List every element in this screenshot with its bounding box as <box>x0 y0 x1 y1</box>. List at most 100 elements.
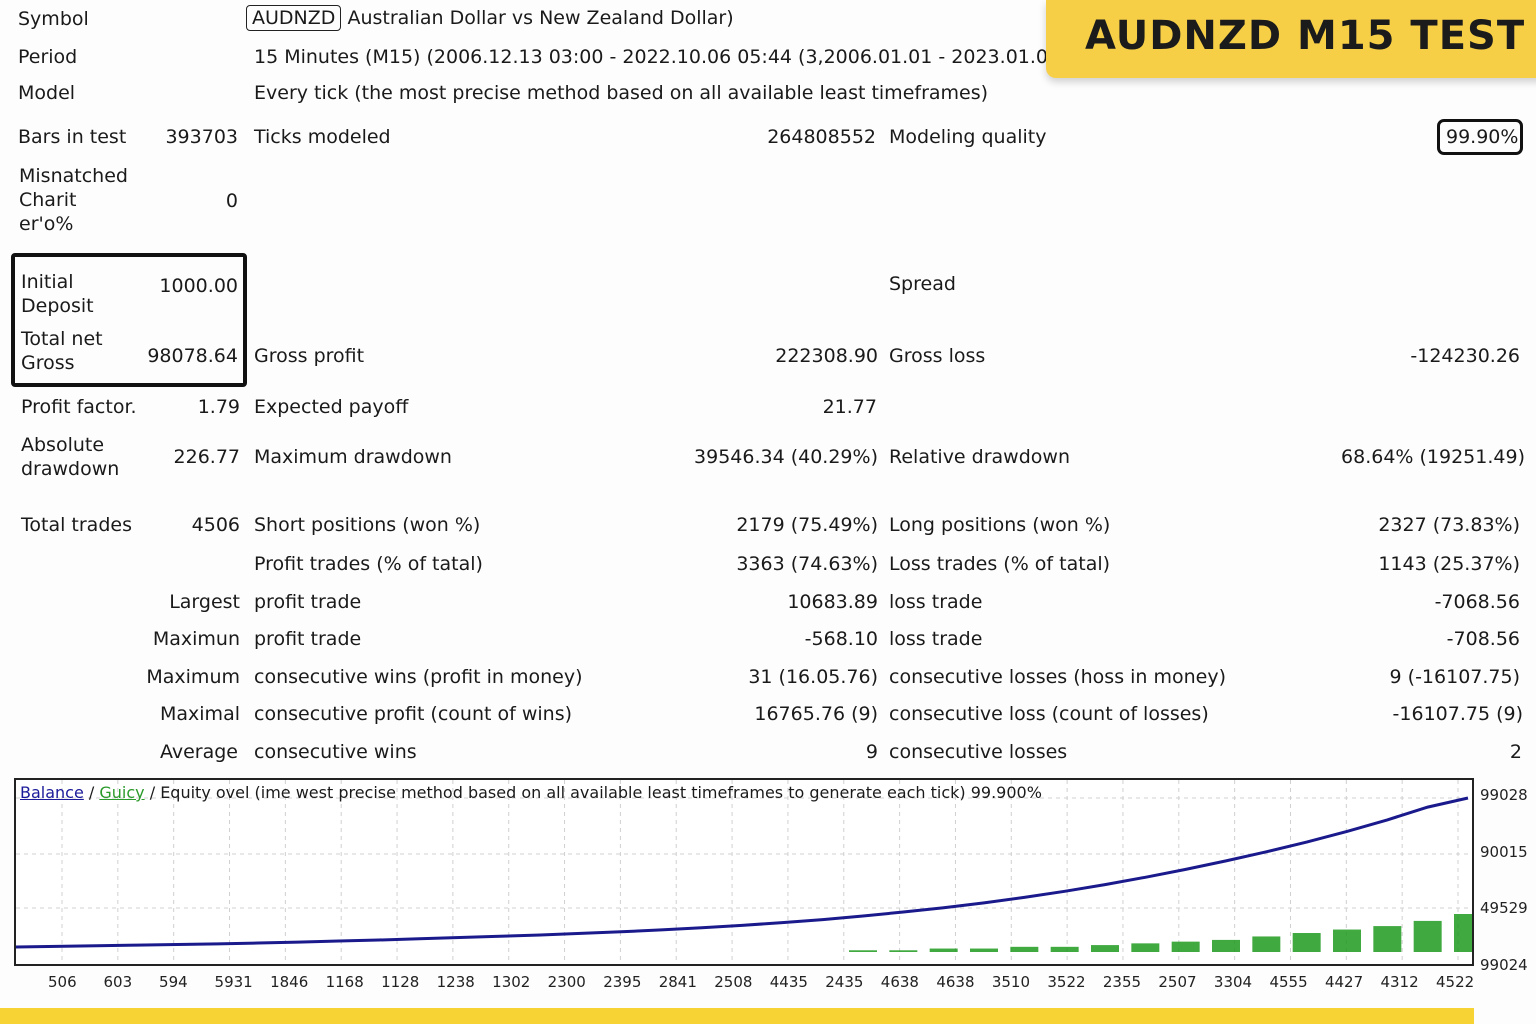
model-label: Model <box>18 82 76 104</box>
chart-x-tick-label: 2355 <box>1102 973 1142 991</box>
maximal-label: Maximal <box>160 703 240 725</box>
symbol-code: AUDNZD <box>246 5 342 31</box>
chart-x-tick-label: 4638 <box>936 973 975 991</box>
gross-profit-value: 222308.90 <box>775 345 878 367</box>
profit-trades-label: Profit trades (% of tatal) <box>254 553 483 575</box>
chart-x-tick-label: 3304 <box>1213 973 1253 991</box>
quality-label: Modeling quality <box>889 126 1047 148</box>
quality-value: 99.90% <box>1446 126 1519 148</box>
chart-x-tick-label: 4638 <box>880 973 919 991</box>
chart-legend-balance[interactable]: Balance <box>20 783 84 802</box>
gross-loss-label: Gross loss <box>889 345 986 367</box>
model-value: Every tick (the most precise method base… <box>254 82 989 104</box>
period-label: Period <box>18 46 78 68</box>
short-positions-value: 2179 (75.49%) <box>736 514 878 536</box>
profit-factor-value: 1.79 <box>197 396 240 418</box>
chart-x-tick-label: 1168 <box>325 973 364 991</box>
chart-x-tick-label: 506 <box>48 973 77 991</box>
bars-label: Bars in test <box>18 126 127 148</box>
initial-deposit-label: Initial Deposit <box>21 271 94 317</box>
long-positions-value: 2327 (73.83%) <box>1378 514 1520 536</box>
chart-x-tick-label: 2507 <box>1158 973 1197 991</box>
chart-y-tick-label: 99024 <box>1480 956 1528 974</box>
average-label: Average <box>159 741 238 763</box>
gross-loss-value: -124230.26 <box>1410 345 1520 367</box>
chart-x-tick-label: 1238 <box>436 973 475 991</box>
max-consecutive-loss-label: consecutive loss (count of losses) <box>889 703 1209 725</box>
maximun-loss-value: -708.56 <box>1446 628 1520 650</box>
chart-volume-bar <box>1333 929 1361 952</box>
chart-x-tick-label: 5931 <box>214 973 253 991</box>
chart-volume-bar <box>889 950 918 952</box>
chart-x-tick-label: 2395 <box>603 973 642 991</box>
chart-volume-bar <box>1131 943 1160 952</box>
avg-consecutive-losses-label: consecutive losses <box>889 741 1068 763</box>
chart-x-tick-label: 4555 <box>1269 973 1308 991</box>
chart-volume-bar <box>1252 936 1281 952</box>
ticks-value: 264808552 <box>767 126 876 148</box>
chart-title-rest: / Equity ovel (ime west precise method b… <box>144 783 1042 802</box>
chart-volume-bar <box>1010 946 1039 952</box>
maximun-profit-label: profit trade <box>254 628 362 650</box>
largest-label: Largest <box>169 591 240 613</box>
max-consecutive-profit-label: consecutive profit (count of wins) <box>254 703 573 725</box>
maximun-profit-value: -568.10 <box>804 628 878 650</box>
largest-loss-label: loss trade <box>889 591 983 613</box>
total-net-label: Total net Gross <box>21 328 103 374</box>
symbol-label: Symbol <box>18 8 89 30</box>
chart-x-tick-label: 3510 <box>991 973 1031 991</box>
expected-payoff-value: 21.77 <box>822 396 877 418</box>
max-consecutive-profit-value: 16765.76 (9) <box>754 703 878 725</box>
maximun-label: Maximun <box>152 628 240 650</box>
profit-trades-value: 3363 (74.63%) <box>736 553 878 575</box>
balance-chart <box>14 778 1474 966</box>
chart-balance-line <box>16 796 1469 949</box>
chart-volume-bar <box>1091 945 1119 952</box>
chart-x-tick-label: 2508 <box>714 973 753 991</box>
chart-volume-bar <box>929 948 958 952</box>
loss-trades-label: Loss trades (% of tatal) <box>889 553 1111 575</box>
total-trades-value: 4506 <box>191 514 240 536</box>
chart-y-tick-label: 90015 <box>1480 843 1528 861</box>
max-consecutive-losses-value: 9 (-16107.75) <box>1389 666 1520 688</box>
total-net-value: 98078.64 <box>147 345 238 367</box>
relative-drawdown-value: 68.64% (19251.49) <box>1341 446 1525 468</box>
chart-y-tick-label: 49529 <box>1480 899 1528 917</box>
chart-x-tick-label: 2300 <box>547 973 586 991</box>
period-value: 15 Minutes (M15) (2006.12.13 03:00 - 202… <box>254 46 1068 68</box>
chart-volume-bar <box>970 948 998 952</box>
chart-x-tick-label: 603 <box>103 973 133 991</box>
test-badge-title: AUDNZD M15 TEST <box>1085 13 1526 59</box>
absolute-drawdown-value: 226.77 <box>173 446 240 468</box>
gross-profit-label: Gross profit <box>254 345 365 367</box>
max-consecutive-wins-value: 31 (16.05.76) <box>748 666 878 688</box>
chart-title: Balance / Guicy / Equity ovel (ime west … <box>20 782 1042 804</box>
largest-loss-value: -7068.56 <box>1434 591 1520 613</box>
max-consecutive-loss-value: -16107.75 (9) <box>1392 703 1523 725</box>
chart-y-tick-label: 99028 <box>1480 786 1528 804</box>
avg-consecutive-wins-label: consecutive wins <box>254 741 417 763</box>
max-consecutive-losses-label: consecutive losses (hoss in money) <box>889 666 1227 688</box>
chart-volume-bar <box>1413 920 1442 952</box>
chart-x-tick-label: 3522 <box>1047 973 1086 991</box>
chart-x-tick-label: 1302 <box>492 973 531 991</box>
chart-title-sep: / <box>83 783 100 802</box>
symbol-value: AUDNZD Australian Dollar vs New Zealand … <box>246 5 734 31</box>
relative-drawdown-label: Relative drawdown <box>889 446 1070 468</box>
bars-value: 393703 <box>165 126 238 148</box>
chart-x-tick-label: 4427 <box>1324 973 1364 991</box>
chart-x-tick-label: 4312 <box>1380 973 1419 991</box>
initial-deposit-value: 1000.00 <box>159 275 238 297</box>
symbol-description: Australian Dollar vs New Zealand Dollar) <box>347 7 734 29</box>
chart-legend-equity[interactable]: Guicy <box>99 783 144 802</box>
chart-x-tick-label: 594 <box>159 973 188 991</box>
balance-chart-svg <box>16 780 1472 964</box>
chart-volume-bar <box>1454 914 1472 952</box>
maximum-drawdown-value: 39546.34 (40.29%) <box>694 446 878 468</box>
mismatched-value: 0 <box>225 190 238 212</box>
short-positions-label: Short positions (won %) <box>254 514 481 536</box>
chart-x-tick-label: 2435 <box>825 973 864 991</box>
ticks-label: Ticks modeled <box>254 126 391 148</box>
chart-x-tick-label: 4435 <box>769 973 808 991</box>
total-trades-label: Total trades <box>21 514 132 536</box>
